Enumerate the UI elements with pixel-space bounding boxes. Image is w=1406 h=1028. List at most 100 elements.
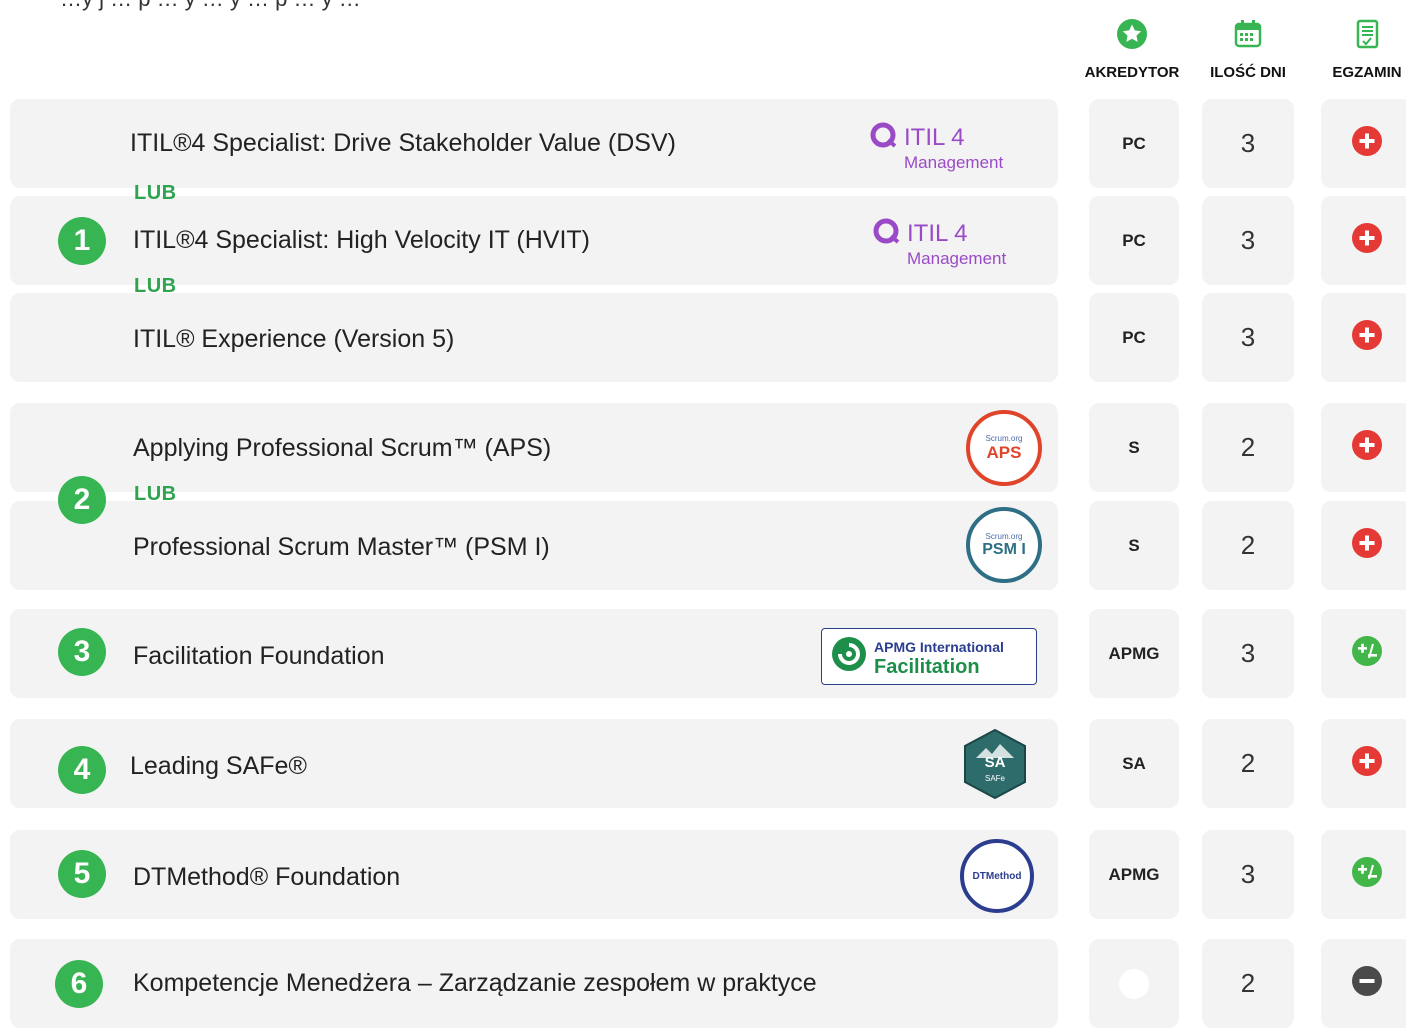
- days-value: 2: [1240, 432, 1256, 462]
- course-title[interactable]: ITIL®4 Specialist: Drive Stakeholder Val…: [130, 129, 676, 158]
- days-value: 2: [1240, 530, 1256, 560]
- lub-label: LUB: [134, 182, 177, 204]
- dtmethod-badge-text: DTMethod: [972, 870, 1022, 882]
- course-title[interactable]: DTMethod® Foundation: [133, 863, 400, 892]
- accreditor-value: S: [1128, 535, 1140, 555]
- exam-plus-icon[interactable]: [1352, 528, 1382, 563]
- itil-logo-sub: Management: [904, 153, 1004, 172]
- days-value: 3: [1240, 128, 1256, 158]
- accreditor-cell: APMG: [1089, 609, 1179, 698]
- accreditor-value: SA: [1122, 753, 1146, 773]
- group-number: 4: [58, 746, 106, 794]
- header-days: ILOŚĆ DNI: [1198, 18, 1298, 81]
- exam-cell[interactable]: [1321, 939, 1406, 1028]
- itil-logo-text: ITIL 4: [904, 123, 965, 151]
- exam-cell[interactable]: [1321, 501, 1406, 590]
- exam-plus-icon[interactable]: [1352, 223, 1382, 258]
- accreditor-cell: APMG: [1089, 830, 1179, 919]
- exam-cell[interactable]: [1321, 99, 1406, 188]
- psm-badge-text: PSM I: [982, 540, 1026, 558]
- days-value: 3: [1240, 322, 1256, 352]
- exam-cell[interactable]: [1321, 609, 1406, 698]
- course-title[interactable]: ITIL® Experience (Version 5): [133, 325, 454, 354]
- empty-accreditor-dot: [1119, 968, 1149, 999]
- accreditor-cell: [1089, 939, 1179, 1028]
- safe-badge-text: SA: [984, 754, 1006, 771]
- apmg-logo-top: APMG International: [874, 638, 1004, 655]
- safe-badge: SA SAFe: [962, 728, 1028, 800]
- header-accreditor-label: AKREDYTOR: [1084, 64, 1180, 81]
- accreditor-cell: S: [1089, 403, 1179, 492]
- apmg-swirl-icon: [830, 635, 868, 678]
- aps-badge-text: APS: [986, 442, 1022, 462]
- days-cell: 3: [1202, 609, 1294, 698]
- apmg-logo-bottom: Facilitation: [874, 655, 980, 678]
- days-value: 2: [1240, 968, 1256, 998]
- days-cell: 3: [1202, 830, 1294, 919]
- exam-sheet-icon: [1318, 18, 1406, 54]
- days-value: 3: [1240, 225, 1256, 255]
- itil-logo-sub: Management: [907, 249, 1007, 268]
- calendar-icon: [1198, 18, 1298, 54]
- exam-plus-icon[interactable]: [1352, 126, 1382, 161]
- accreditor-cell: PC: [1089, 196, 1179, 285]
- safe-badge-sub: SAFe: [984, 774, 1005, 783]
- course-title[interactable]: Leading SAFe®: [130, 752, 307, 781]
- group-number: 2: [58, 476, 106, 524]
- header-days-label: ILOŚĆ DNI: [1210, 64, 1286, 81]
- days-cell: 3: [1202, 196, 1294, 285]
- group-number: 1: [58, 217, 106, 265]
- course-title[interactable]: Professional Scrum Master™ (PSM I): [133, 533, 550, 562]
- course-title[interactable]: Applying Professional Scrum™ (APS): [133, 434, 551, 463]
- group-number: 6: [55, 960, 103, 1008]
- exam-cell[interactable]: [1321, 403, 1406, 492]
- group-number: 5: [58, 850, 106, 898]
- course-title[interactable]: ITIL®4 Specialist: High Velocity IT (HVI…: [133, 226, 590, 255]
- exam-cell[interactable]: [1321, 719, 1406, 808]
- header-exam-label: EGZAMIN: [1332, 64, 1402, 81]
- days-value: 3: [1240, 859, 1256, 889]
- exam-cell[interactable]: [1321, 293, 1406, 382]
- lub-label: LUB: [134, 275, 177, 297]
- itil4-management-logo: ITIL 4 Management: [870, 122, 1040, 173]
- course-title[interactable]: Kompetencje Menedżera – Zarządzanie zesp…: [133, 969, 817, 998]
- exam-plus-icon[interactable]: [1352, 320, 1382, 355]
- dtmethod-badge: DTMethod: [960, 839, 1034, 913]
- header-accreditor: AKREDYTOR: [1076, 18, 1188, 81]
- group-number: 3: [58, 628, 106, 676]
- days-cell: 3: [1202, 293, 1294, 382]
- exam-cell[interactable]: [1321, 196, 1406, 285]
- accreditor-value: S: [1128, 437, 1140, 457]
- accreditor-value: APMG: [1108, 864, 1160, 884]
- exam-plus-minus-icon[interactable]: [1352, 857, 1382, 892]
- days-cell: 2: [1202, 939, 1294, 1028]
- intro-text: …y j … p … y … y … p … y …: [60, 0, 361, 12]
- star-icon: [1076, 18, 1188, 54]
- itil4-management-logo: ITIL 4 Management: [873, 218, 1043, 269]
- course-title[interactable]: Facilitation Foundation: [133, 642, 385, 671]
- itil-swirl-icon: [873, 218, 901, 249]
- accreditor-cell: PC: [1089, 293, 1179, 382]
- psm-badge: Scrum.org PSM I: [966, 507, 1042, 583]
- exam-plus-icon[interactable]: [1352, 430, 1382, 465]
- itil-logo-text: ITIL 4: [907, 219, 968, 247]
- exam-cell[interactable]: [1321, 830, 1406, 919]
- exam-minus-icon[interactable]: [1352, 966, 1382, 1001]
- accreditor-cell: SA: [1089, 719, 1179, 808]
- days-value: 2: [1240, 748, 1256, 778]
- days-cell: 2: [1202, 719, 1294, 808]
- exam-plus-minus-icon[interactable]: [1352, 636, 1382, 671]
- accreditor-value: PC: [1122, 230, 1146, 250]
- accreditor-cell: PC: [1089, 99, 1179, 188]
- scrum-org-text: Scrum.org: [985, 433, 1023, 443]
- days-value: 3: [1240, 638, 1256, 668]
- scrum-org-text: Scrum.org: [985, 531, 1023, 541]
- days-cell: 2: [1202, 501, 1294, 590]
- accreditor-cell: S: [1089, 501, 1179, 590]
- exam-plus-icon[interactable]: [1352, 746, 1382, 781]
- header-exam: EGZAMIN: [1318, 18, 1406, 81]
- aps-badge: Scrum.org APS: [966, 410, 1042, 486]
- accreditor-value: APMG: [1108, 643, 1160, 663]
- accreditor-value: PC: [1122, 327, 1146, 347]
- days-cell: 3: [1202, 99, 1294, 188]
